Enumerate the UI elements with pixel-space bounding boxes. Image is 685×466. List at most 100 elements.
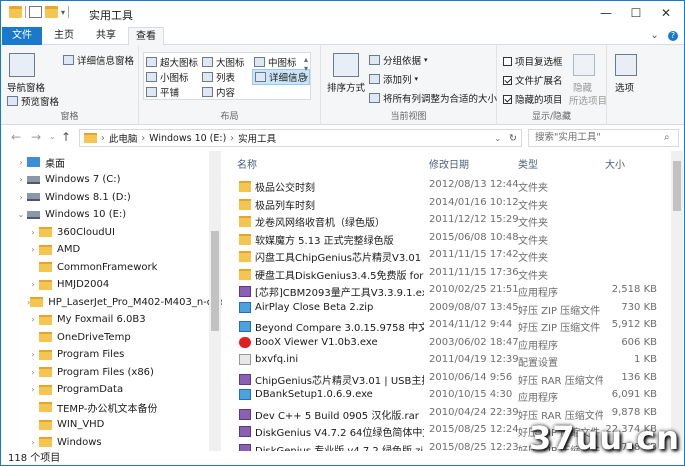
nav-scrollbar[interactable] — [209, 151, 221, 451]
chevron-right-icon[interactable]: › — [27, 315, 39, 324]
item-checkboxes-toggle[interactable]: 项目复选框 — [503, 54, 563, 68]
hide-selected-button[interactable]: 隐藏 — [573, 80, 592, 94]
chevron-right-icon[interactable]: › — [27, 245, 39, 254]
refresh-icon[interactable]: ↻ — [509, 133, 517, 144]
preview-pane-button[interactable]: 预览窗格 — [7, 94, 59, 108]
file-type: 文件夹 — [518, 200, 548, 212]
chevron-right-icon[interactable]: › — [15, 175, 27, 184]
nav-item[interactable]: › My Foxmail 6.0B3 — [1, 311, 209, 329]
address-bar[interactable]: › 此电脑 › Windows 10 (E:) › 实用工具 ⌄ ↻ — [79, 129, 522, 147]
file-row[interactable]: bxvfq.ini 2011/04/19 12:39 配置设置 1 KB — [229, 352, 669, 369]
group-by-button[interactable]: 分组依据 ▾ — [369, 53, 428, 67]
file-row[interactable]: 龙卷风网络收音机（绿色版） 2011/12/12 15:29 文件夹 — [229, 212, 669, 229]
nav-item[interactable]: ⌄ Windows 10 (E:) — [1, 206, 209, 224]
layout-medium-icons[interactable]: 中图标 — [254, 55, 297, 69]
help-icon[interactable]: ? — [668, 31, 678, 41]
hidden-items-toggle[interactable]: 隐藏的项目 — [503, 92, 563, 106]
list-scrollbar[interactable] — [671, 151, 683, 451]
nav-item[interactable]: OneDriveTemp — [1, 328, 209, 346]
search-input[interactable]: 搜索"实用工具" — [528, 129, 679, 147]
close-button[interactable]: ✕ — [651, 1, 681, 27]
sort-by-button[interactable]: 排序方式 — [327, 80, 365, 94]
nav-item[interactable]: TEMP-办公机文本备份 — [1, 398, 209, 416]
nav-item[interactable]: › Windows 8.1 (D:) — [1, 188, 209, 206]
recent-dropdown-icon[interactable]: ⌄ — [49, 132, 56, 141]
scroll-thumb[interactable] — [673, 161, 681, 211]
nav-item[interactable]: › 360CloudUI — [1, 223, 209, 241]
checkbox[interactable] — [503, 56, 512, 66]
file-row[interactable]: BooX Viewer V1.0b3.exe 2003/06/02 18:47 应用… — [229, 335, 669, 352]
chevron-right-icon[interactable]: › — [27, 385, 39, 394]
collapse-ribbon-icon[interactable]: ⌄ — [650, 30, 658, 41]
maximize-button[interactable]: ☐ — [621, 1, 651, 27]
gallery-scroll-icon[interactable]: ▴ ▾ ▾ — [304, 55, 308, 82]
chevron-right-icon[interactable]: › — [27, 368, 39, 377]
file-row[interactable]: 软媒魔方 5.13 正式完整绿色版 2015/06/08 10:48 文件夹 — [229, 230, 669, 247]
new-folder-icon[interactable] — [45, 6, 58, 18]
nav-item[interactable]: › Program Files (x86) — [1, 363, 209, 381]
chevron-right-icon[interactable]: › — [15, 193, 27, 202]
layout-details[interactable]: 详细信息 — [252, 69, 311, 85]
navigation-pane-button[interactable]: 导航窗格 — [7, 80, 45, 94]
file-row[interactable]: DBankSetup1.0.6.9.exe 2010/10/15 4:30 应用程序… — [229, 387, 669, 404]
chevron-down-icon[interactable]: ⌄ — [15, 210, 27, 219]
tab-view[interactable]: 查看 — [128, 27, 164, 46]
column-type[interactable]: 类型 — [518, 156, 538, 171]
nav-item[interactable]: › Program Files — [1, 346, 209, 364]
column-date[interactable]: 修改日期 — [429, 156, 469, 171]
back-arrow-icon[interactable]: ← — [11, 130, 21, 144]
search-icon[interactable]: ⌕ — [664, 132, 670, 143]
nav-item[interactable]: › AMD — [1, 241, 209, 259]
checkbox[interactable] — [503, 94, 512, 104]
column-size[interactable]: 大小 — [605, 156, 625, 171]
file-row[interactable]: ChipGenius芯片精灵V3.01 | USB主控芯... 2010/06/1… — [229, 370, 669, 387]
file-row[interactable]: 极品列车时刻 2014/01/16 10:12 文件夹 — [229, 195, 669, 212]
forward-arrow-icon[interactable]: → — [31, 130, 41, 144]
nav-item[interactable]: CommonFramework — [1, 258, 209, 276]
minimize-button[interactable]: — — [591, 1, 621, 27]
qat-dropdown-icon[interactable]: ▾ — [61, 8, 65, 17]
column-name[interactable]: 名称 — [237, 156, 257, 171]
nav-item[interactable]: › HMJD2004 — [1, 276, 209, 294]
quick-access-toolbar: ▾ — [9, 6, 70, 18]
chevron-right-icon[interactable]: › — [27, 228, 39, 237]
layout-list[interactable]: 列表 — [202, 70, 235, 84]
checkbox[interactable] — [503, 75, 512, 85]
file-extensions-toggle[interactable]: 文件扩展名 — [503, 73, 563, 87]
layout-small-icons[interactable]: 小图标 — [146, 70, 189, 84]
chevron-right-icon[interactable]: › — [27, 438, 39, 447]
layout-tiles[interactable]: 平铺 — [146, 85, 179, 99]
nav-item[interactable]: › ProgramData — [1, 381, 209, 399]
add-column-button[interactable]: 添加列 ▾ — [369, 72, 418, 86]
fit-columns-button[interactable]: 将所有列调整为合适的大小 — [369, 91, 497, 105]
file-row[interactable]: Beyond Compare 3.0.15.9758 中文版... 2014/11… — [229, 317, 669, 334]
tab-file[interactable]: 文件 — [2, 27, 42, 45]
options-button[interactable]: 选项 — [615, 80, 634, 94]
tab-home[interactable]: 主页 — [44, 27, 84, 45]
nav-item[interactable]: WIN_VHD — [1, 416, 209, 434]
file-row[interactable]: 极品公交时刻 2012/08/13 12:44 文件夹 — [229, 177, 669, 194]
file-row[interactable]: AirPlay Close Beta 2.zip 2009/08/07 13:45… — [229, 300, 669, 317]
address-dropdown-icon[interactable]: ⌄ — [494, 134, 501, 143]
nav-item[interactable]: › HP_LaserJet_Pro_M402-M403_n-dne — [1, 293, 222, 311]
layout-extra-large-icons[interactable]: 超大图标 — [146, 55, 198, 69]
chevron-right-icon[interactable]: › — [27, 350, 39, 359]
breadcrumb-drive[interactable]: Windows 10 (E:) — [149, 133, 226, 144]
file-row[interactable]: 闪盘工具ChipGenius芯片精灵V3.01 | U... 2011/11/15… — [229, 247, 669, 264]
breadcrumb-folder[interactable]: 实用工具 — [238, 131, 276, 145]
breadcrumb-this-pc[interactable]: 此电脑 — [109, 131, 138, 145]
chevron-right-icon[interactable]: › — [15, 158, 27, 167]
nav-item[interactable]: › Windows — [1, 433, 209, 451]
nav-item[interactable]: › Windows 7 (C:) — [1, 171, 209, 189]
layout-large-icons[interactable]: 大图标 — [202, 55, 245, 69]
scroll-thumb[interactable] — [211, 231, 219, 331]
tab-share[interactable]: 共享 — [86, 27, 126, 45]
properties-icon[interactable] — [29, 6, 42, 18]
chevron-right-icon[interactable]: › — [27, 280, 39, 289]
file-row[interactable]: [芯邦]CBM2093量产工具V3.3.9.1.exe 2010/02/25 21… — [229, 282, 669, 299]
nav-item[interactable]: › 桌面 — [1, 153, 209, 171]
details-pane-button[interactable]: 详细信息窗格 — [63, 53, 134, 67]
file-row[interactable]: 硬盘工具DiskGenius3.4.5免费版 for wi... 2011/11/… — [229, 265, 669, 282]
layout-content[interactable]: 内容 — [202, 85, 235, 99]
up-arrow-icon[interactable]: ↑ — [61, 130, 71, 144]
